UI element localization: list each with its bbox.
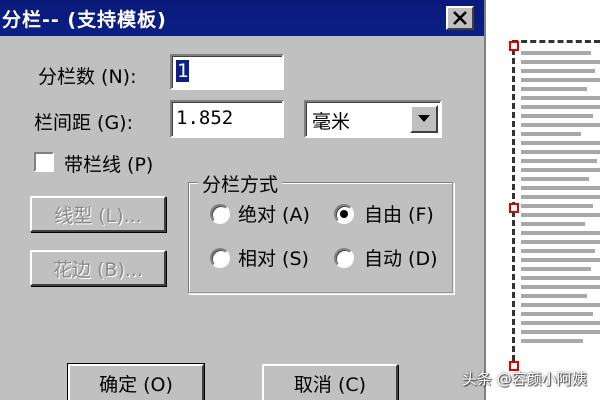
dialog-title: 分栏-- (支持模板) [2,9,167,31]
column-divider-checkbox[interactable] [34,152,54,172]
radio-relative[interactable] [210,248,230,268]
column-gap-value: 1.852 [176,107,234,129]
column-divider-label: 带栏线 (P) [64,154,154,176]
cancel-button[interactable]: 取消 (C) [262,364,398,400]
columns-count-input[interactable]: 1 [170,54,284,90]
unit-dropdown-button[interactable] [410,105,438,133]
line-style-button-label: 线型 (L)... [54,204,142,227]
preview-text-lines [521,51,600,348]
columns-count-label: 分栏数 (N): [38,66,137,88]
column-top-handle[interactable] [509,41,519,51]
preview-page [509,40,600,371]
watermark: 头条 @容颜小阿姨 [462,370,587,388]
page-preview [498,0,600,400]
line-style-button[interactable]: 线型 (L)... [30,196,166,232]
title-bar[interactable]: 分栏-- (支持模板) [0,0,484,36]
columns-count-value: 1 [176,60,190,82]
radio-free-label: 自由 (F) [364,204,434,226]
unit-select[interactable]: 毫米 [304,100,442,138]
border-style-button-label: 花边 (B)... [52,258,144,281]
border-style-button[interactable]: 花边 (B)... [30,250,166,286]
radio-auto-label: 自动 (D) [364,248,438,270]
triangle-down-icon [418,115,430,122]
column-settings-dialog: 分栏-- (支持模板) 分栏数 (N): 1 栏间距 (G): 1.852 毫米… [0,0,486,400]
radio-absolute-label: 绝对 (A) [238,204,310,226]
ok-button[interactable]: 确定 (O) [67,363,205,400]
column-gap-input[interactable]: 1.852 [170,100,284,138]
unit-selected-value: 毫米 [312,111,351,133]
column-middle-handle[interactable] [509,203,519,213]
radio-auto[interactable] [334,248,354,268]
column-mode-title: 分栏方式 [198,170,283,197]
column-gap-label: 栏间距 (G): [34,112,133,134]
column-mode-group [188,182,454,294]
radio-relative-label: 相对 (S) [238,248,309,270]
radio-absolute[interactable] [210,204,230,224]
close-icon [453,11,467,25]
close-button[interactable] [446,6,474,30]
ok-button-label: 确定 (O) [99,373,173,396]
radio-free[interactable] [334,204,354,224]
cancel-button-label: 取消 (C) [293,373,367,396]
